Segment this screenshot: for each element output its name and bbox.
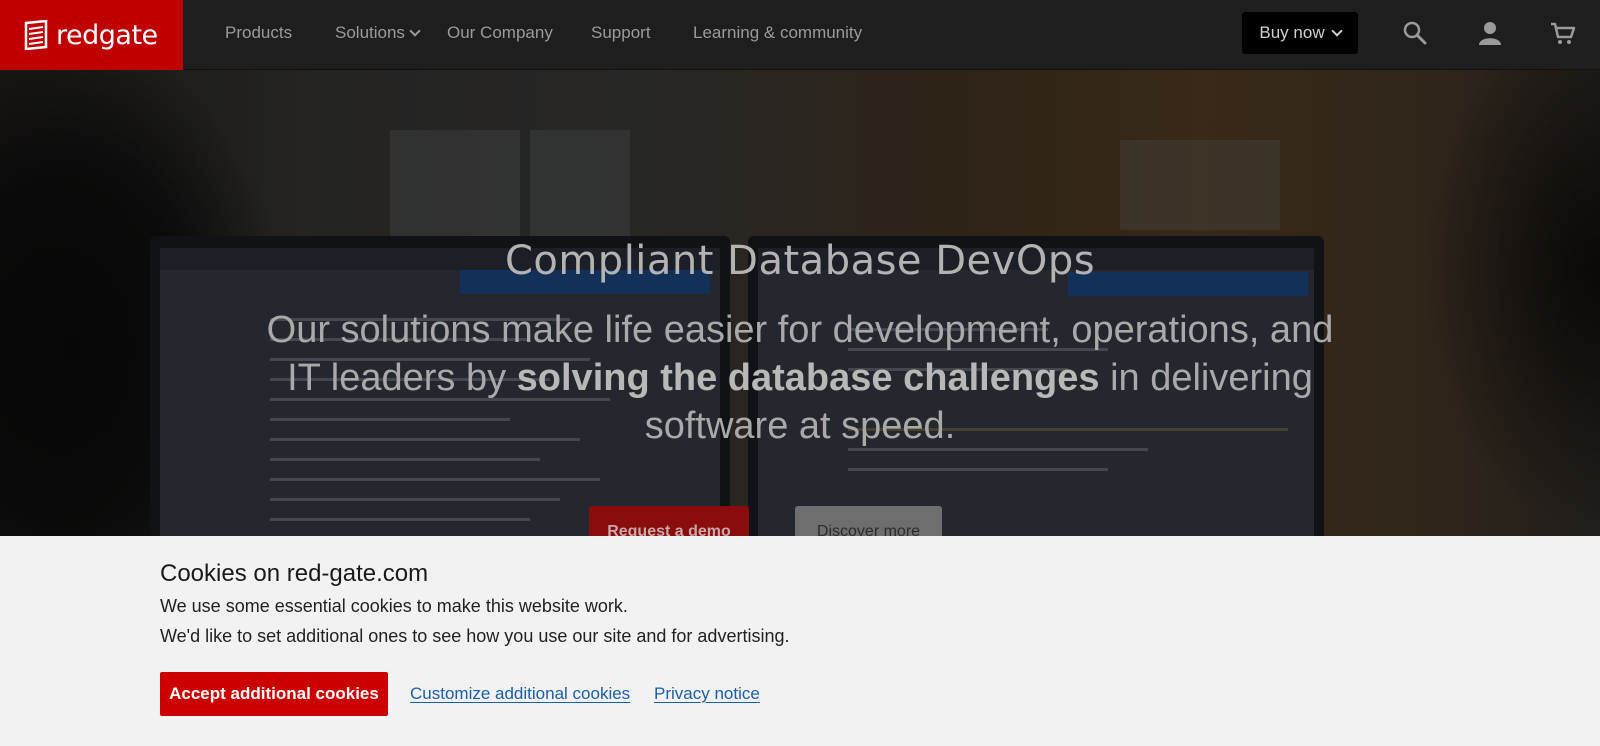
nav-item-support[interactable]: Support [591,23,651,43]
chevron-down-icon [1330,25,1343,37]
buy-now-button[interactable]: Buy now [1242,12,1358,54]
search-icon[interactable] [1402,20,1428,46]
account-icon[interactable] [1477,20,1503,46]
buy-now-label: Buy now [1259,23,1325,42]
redgate-logo-icon [24,20,48,50]
top-navigation: redgate Products Solutions Our Company S… [0,0,1600,70]
nav-item-label: Learning & community [693,23,863,42]
hero-section: Compliant Database DevOps Our solutions … [0,70,1600,536]
nav-item-products[interactable]: Products [225,23,292,43]
nav-item-label: Solutions [335,23,405,42]
nav-item-solutions[interactable]: Solutions [335,23,421,43]
hero-overlay [0,70,1600,536]
redgate-logo[interactable]: redgate [0,0,183,70]
customize-cookies-link[interactable]: Customize additional cookies [410,684,630,704]
nav-item-our-company[interactable]: Our Company [447,23,553,43]
hero-subtitle: Our solutions make life easier for devel… [250,306,1350,450]
nav-item-learning-community[interactable]: Learning & community [693,23,862,43]
accept-cookies-button[interactable]: Accept additional cookies [160,672,388,716]
hero-title: Compliant Database DevOps [504,238,1096,284]
cookie-banner: Cookies on red-gate.com We use some esse… [0,536,1600,746]
nav-item-label: Products [225,23,293,42]
privacy-notice-link[interactable]: Privacy notice [654,684,760,704]
chevron-down-icon [409,25,421,37]
nav-item-label: Support [591,23,651,42]
nav-item-label: Our Company [447,23,553,42]
cookie-banner-text: We'd like to set additional ones to see … [160,626,790,646]
cart-icon[interactable] [1550,20,1576,46]
hero-subtitle-emphasis: solving the database challenges [516,357,1100,399]
request-demo-button[interactable]: Request a demo [589,506,749,536]
brand-name: redgate [56,19,158,51]
cookie-banner-title: Cookies on red-gate.com [160,560,429,587]
discover-more-button[interactable]: Discover more [795,506,942,536]
cookie-banner-text: We use some essential cookies to make th… [160,596,628,616]
